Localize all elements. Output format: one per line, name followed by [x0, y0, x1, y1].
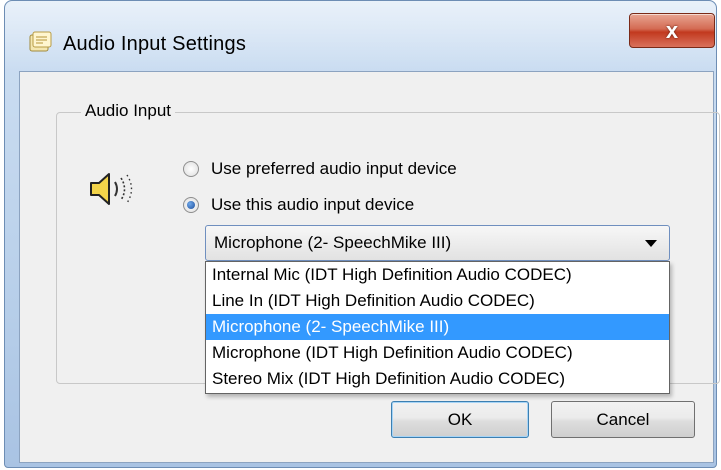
radio-label-this-device: Use this audio input device: [211, 195, 415, 214]
close-button[interactable]: x: [629, 13, 715, 48]
cancel-button[interactable]: Cancel: [551, 401, 695, 438]
radio-label-preferred: Use preferred audio input device: [211, 159, 457, 178]
dialog-window: Audio Input Settings x Audio Input Use p…: [4, 0, 720, 468]
ok-button[interactable]: OK: [391, 401, 529, 438]
settings-note-icon: [29, 31, 52, 52]
window-title: Audio Input Settings: [63, 33, 247, 55]
radio-preferred-device[interactable]: Use preferred audio input device: [183, 159, 457, 179]
dropdown-option-highlighted[interactable]: Microphone (2- SpeechMike III): [206, 314, 669, 340]
dropdown-list: Internal Mic (IDT High Definition Audio …: [205, 261, 670, 394]
close-icon: x: [665, 17, 679, 43]
radio-this-device[interactable]: Use this audio input device: [183, 195, 414, 215]
speaker-icon: [90, 173, 133, 205]
dropdown-selected-value: Microphone (2- SpeechMike III): [214, 233, 452, 252]
radio-button-unchecked[interactable]: [183, 161, 199, 177]
chevron-down-icon[interactable]: [645, 240, 657, 247]
group-label: Audio Input: [81, 101, 176, 121]
audio-device-dropdown[interactable]: Microphone (2- SpeechMike III): [205, 225, 670, 261]
dropdown-option[interactable]: Internal Mic (IDT High Definition Audio …: [206, 262, 669, 288]
title-bar[interactable]: Audio Input Settings x: [5, 1, 716, 71]
dropdown-option[interactable]: Stereo Mix (IDT High Definition Audio CO…: [206, 366, 669, 392]
dropdown-option[interactable]: Microphone (IDT High Definition Audio CO…: [206, 340, 669, 366]
dropdown-option[interactable]: Line In (IDT High Definition Audio CODEC…: [206, 288, 669, 314]
radio-button-checked[interactable]: [183, 197, 199, 213]
